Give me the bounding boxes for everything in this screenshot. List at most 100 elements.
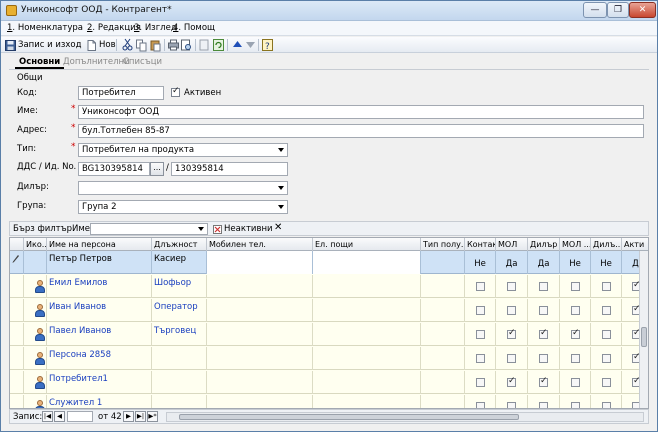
vat-field[interactable]: BG130395814 [78, 162, 150, 176]
position-cell[interactable] [152, 395, 207, 408]
mol-2-checkbox[interactable] [571, 354, 580, 363]
menu-help[interactable]: 4. Помощ [173, 23, 215, 33]
active-checkbox[interactable] [171, 86, 180, 97]
dealer-checkbox[interactable] [539, 328, 548, 339]
mol-checkbox[interactable] [507, 376, 516, 387]
edit-dealer[interactable]: Да [528, 251, 560, 274]
person-name-cell[interactable]: Потребител1 [47, 371, 152, 394]
mol-checkbox[interactable] [507, 282, 516, 291]
mol-checkbox[interactable] [507, 354, 516, 363]
address-field[interactable]: бул.Тотлебен 85-87 [78, 124, 644, 138]
grid-scroll-thumb[interactable] [641, 327, 647, 347]
dealer-checkbox[interactable] [539, 282, 548, 291]
clear-filter-icon[interactable]: ✕ [274, 222, 282, 233]
edit-mol[interactable]: Да [496, 251, 528, 274]
print-preview-icon[interactable] [181, 38, 192, 52]
table-row[interactable]: Персона 2858 [10, 347, 648, 370]
mol-checkbox[interactable] [507, 328, 516, 339]
move-down-icon[interactable] [245, 38, 256, 52]
table-row[interactable]: Служител 1 [10, 395, 648, 408]
edit-dealer-2[interactable]: Не [591, 251, 622, 274]
grid-vertical-scrollbar[interactable] [639, 251, 648, 408]
dealer-checkbox[interactable] [539, 354, 548, 363]
minimize-button[interactable]: — [583, 2, 607, 18]
position-cell[interactable]: Оператор [152, 299, 207, 322]
header-mobile[interactable]: Мобилен тел. [207, 238, 313, 251]
export-icon[interactable] [199, 38, 210, 52]
horizontal-scroll-thumb[interactable] [179, 414, 519, 420]
mol-checkbox[interactable] [507, 306, 516, 315]
dealer-2-checkbox[interactable] [602, 330, 611, 339]
contact-checkbox[interactable] [476, 402, 485, 408]
print-icon[interactable] [168, 38, 179, 52]
dealer-checkbox[interactable] [539, 376, 548, 387]
header-receive-type[interactable]: Тип полу... [421, 238, 465, 251]
header-emails[interactable]: Ел. пощи [313, 238, 421, 251]
position-cell[interactable]: Шофьор [152, 275, 207, 298]
record-number-input[interactable] [67, 411, 93, 422]
dealer-2-checkbox[interactable] [602, 354, 611, 363]
close-button[interactable]: ✕ [629, 2, 656, 18]
contact-checkbox[interactable] [476, 354, 485, 363]
mol-2-checkbox[interactable] [571, 282, 580, 291]
header-active[interactable]: Акти [622, 238, 648, 251]
refresh-icon[interactable] [213, 38, 224, 52]
header-dealer-2[interactable]: Дилъ... [591, 238, 622, 251]
edit-contact[interactable]: Не [465, 251, 496, 274]
dealer-checkbox[interactable] [539, 402, 548, 408]
menu-nomenclature[interactable]: 1. Номенклатура [7, 23, 83, 33]
position-cell[interactable]: Търговец [152, 323, 207, 346]
menu-view[interactable]: 3. Изглед [134, 23, 177, 33]
person-name-cell[interactable]: Служител 1 [47, 395, 152, 408]
next-record-button[interactable]: ▶ [123, 411, 134, 422]
menu-edit[interactable]: 2. Редакция [87, 23, 141, 33]
mol-2-checkbox[interactable] [571, 378, 580, 387]
new-button[interactable]: Нов [86, 38, 116, 52]
group-dropdown[interactable]: Група 2 [78, 200, 288, 214]
filter-name-input[interactable] [90, 223, 208, 235]
mol-2-checkbox[interactable] [571, 306, 580, 315]
contact-checkbox[interactable] [476, 378, 485, 387]
dealer-dropdown[interactable] [78, 181, 288, 195]
id-number-field[interactable]: 130395814 [171, 162, 288, 176]
copy-icon[interactable] [136, 38, 147, 52]
type-dropdown[interactable]: Потребител на продукта [78, 143, 288, 157]
person-name-cell[interactable]: Персона 2858 [47, 347, 152, 370]
table-row[interactable]: Емил Емилов Шофьор [10, 275, 648, 298]
previous-record-button[interactable]: ◀ [54, 411, 65, 422]
last-record-button[interactable]: ▶| [135, 411, 146, 422]
header-dealer[interactable]: Дилър [528, 238, 560, 251]
edit-emails[interactable] [313, 251, 421, 274]
vat-lookup-button[interactable]: ... [150, 162, 164, 176]
edit-person-name[interactable]: Петър Петров [47, 251, 152, 274]
header-mol-2[interactable]: МОЛ ... [560, 238, 591, 251]
edit-receive-type[interactable] [421, 251, 465, 274]
contact-checkbox[interactable] [476, 282, 485, 291]
dealer-2-checkbox[interactable] [602, 306, 611, 315]
position-cell[interactable] [152, 347, 207, 370]
person-name-cell[interactable]: Емил Емилов [47, 275, 152, 298]
header-icon[interactable]: Ико... [24, 238, 47, 251]
dealer-checkbox[interactable] [539, 306, 548, 315]
dealer-2-checkbox[interactable] [602, 378, 611, 387]
header-person-name[interactable]: Име на персона [47, 238, 152, 251]
new-record-button[interactable]: ▶* [147, 411, 158, 422]
paste-icon[interactable] [150, 38, 161, 52]
header-contact[interactable]: Контакт [465, 238, 496, 251]
grid-horizontal-scrollbar[interactable] [166, 412, 644, 422]
header-position[interactable]: Длъжност [152, 238, 207, 251]
code-field[interactable]: Потребител [78, 86, 164, 100]
contact-checkbox[interactable] [476, 306, 485, 315]
move-up-icon[interactable] [232, 38, 243, 52]
person-name-cell[interactable]: Иван Иванов [47, 299, 152, 322]
first-record-button[interactable]: |◀ [42, 411, 53, 422]
name-field[interactable]: Униконсофт ООД [78, 105, 644, 119]
dealer-2-checkbox[interactable] [602, 282, 611, 291]
mol-checkbox[interactable] [507, 402, 516, 408]
tab-lists[interactable]: Списъци [119, 55, 166, 69]
person-name-cell[interactable]: Павел Иванов [47, 323, 152, 346]
edit-mol-2[interactable]: Не [560, 251, 591, 274]
table-row[interactable]: Иван Иванов Оператор [10, 299, 648, 322]
edit-position[interactable]: Касиер [152, 251, 207, 274]
mol-2-checkbox[interactable] [571, 402, 580, 408]
